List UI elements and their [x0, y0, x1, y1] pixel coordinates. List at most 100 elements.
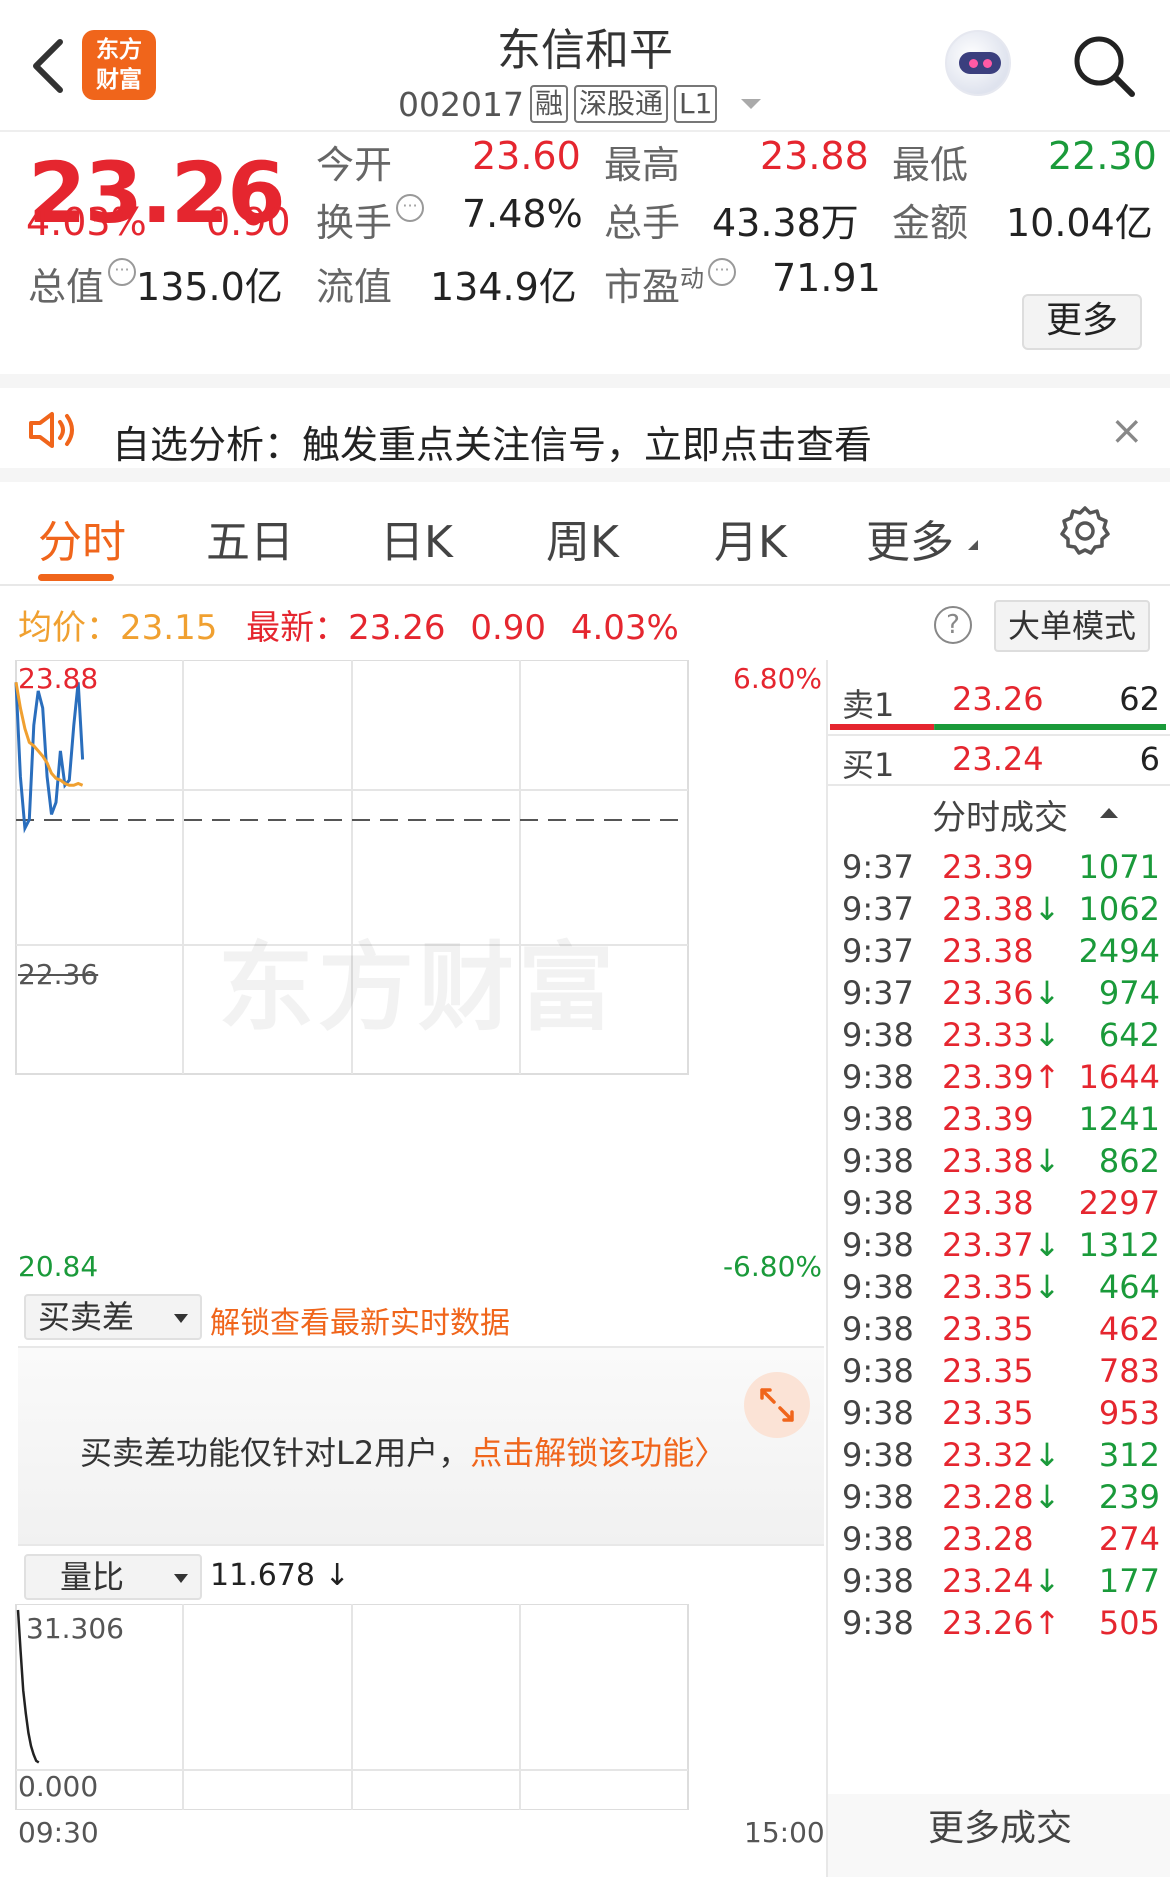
- trade-time: 9:38: [842, 1562, 914, 1600]
- latest-percent: 4.03%: [570, 608, 679, 648]
- trade-volume: 1644: [1078, 1058, 1160, 1096]
- trade-price: 23.33↓: [942, 1016, 1061, 1054]
- more-info-icon[interactable]: ···: [396, 194, 425, 222]
- chevron-down-icon: [968, 540, 978, 550]
- pct-axis-top-label: 6.80%: [733, 662, 822, 695]
- trade-volume: 862: [1098, 1142, 1160, 1180]
- trade-price: 23.35: [942, 1352, 1034, 1390]
- tab-more[interactable]: 更多: [866, 506, 954, 570]
- volume-label: 总手: [604, 201, 681, 245]
- trades-title[interactable]: 分时成交: [828, 790, 1170, 839]
- tag-level: L1: [674, 85, 718, 123]
- more-info-icon[interactable]: ···: [108, 258, 137, 286]
- chart-lines: [14, 682, 85, 834]
- arrow-down-icon: ↓: [1033, 1436, 1061, 1474]
- trade-time: 9:38: [842, 1226, 914, 1264]
- trade-time: 9:38: [842, 1310, 914, 1348]
- sell-1-volume: 62: [1119, 680, 1160, 718]
- tag-margin: 融: [529, 85, 568, 123]
- tab-intraday[interactable]: 分时: [38, 506, 126, 570]
- trade-time: 9:38: [842, 1478, 914, 1516]
- trade-price: 23.39: [942, 1100, 1034, 1138]
- trade-price: 23.35: [942, 1310, 1034, 1348]
- market-cap-value: 135.0亿: [136, 265, 283, 309]
- caret-down-icon: [174, 1574, 188, 1583]
- volume-ratio-value: 11.678 ↓: [210, 1558, 350, 1593]
- buy-1-row[interactable]: 买1 23.24 6: [828, 734, 1170, 790]
- market-cap[interactable]: 总值 ··· 135.0亿: [28, 256, 283, 311]
- big-order-mode-button[interactable]: 大单模式: [994, 600, 1150, 652]
- trade-volume: 464: [1098, 1268, 1160, 1306]
- volume-ratio-dropdown[interactable]: 量比: [24, 1554, 202, 1600]
- change-amount: 0.90: [206, 200, 291, 244]
- trade-price: 23.39: [942, 848, 1034, 886]
- arrow-down-icon: ↓: [1033, 1016, 1061, 1054]
- market-cap-label: 总值: [28, 265, 105, 309]
- sell-1-price: 23.26: [952, 680, 1044, 718]
- more-quote-button[interactable]: 更多: [1022, 294, 1142, 350]
- trade-time: 9:38: [842, 1142, 914, 1180]
- vr-bottom-label: 0.000: [18, 1770, 99, 1803]
- pct-axis-bottom-label: -6.80%: [722, 1250, 822, 1283]
- trade-price: 23.38↓: [942, 890, 1061, 928]
- gear-icon[interactable]: [1058, 504, 1112, 558]
- turnover-label[interactable]: 换手 ···: [316, 192, 425, 247]
- spread-dropdown[interactable]: 买卖差: [24, 1294, 202, 1340]
- chevron-down-icon[interactable]: [741, 99, 762, 109]
- more-info-icon[interactable]: ···: [708, 258, 737, 286]
- avg-value: 23.15: [120, 608, 218, 648]
- unlock-realtime-link[interactable]: 解锁查看最新实时数据: [210, 1298, 510, 1342]
- tab-daily-k[interactable]: 日K: [380, 506, 453, 570]
- volume-ratio-chart[interactable]: 31.306 0.000: [0, 1604, 826, 1810]
- arrow-up-icon: ↑: [1033, 1604, 1061, 1642]
- trade-price: 23.26↑: [942, 1604, 1061, 1642]
- stock-code-row[interactable]: 002017 融 深股通 L1: [398, 82, 762, 126]
- trade-time: 9:38: [842, 1058, 914, 1096]
- search-icon[interactable]: [1066, 28, 1142, 104]
- trade-time: 9:38: [842, 1436, 914, 1474]
- trade-volume: 2494: [1078, 932, 1160, 970]
- tab-weekly-k[interactable]: 周K: [546, 506, 619, 570]
- float-cap-label: 流值: [316, 265, 393, 309]
- pe-label[interactable]: 市盈动 ···: [604, 256, 737, 311]
- ask-bar: [830, 724, 935, 730]
- sell-1-row[interactable]: 卖1 23.26 62: [828, 674, 1170, 730]
- volume-ratio-label: 量比: [60, 1558, 125, 1596]
- trade-time: 9:38: [842, 1394, 914, 1432]
- trade-time: 9:38: [842, 1520, 914, 1558]
- buy-1-price: 23.24: [952, 740, 1044, 778]
- sell-1-label: 卖1: [842, 686, 895, 724]
- trade-volume: 783: [1098, 1352, 1160, 1390]
- trade-price: 23.35: [942, 1394, 1034, 1432]
- low-label: 最低: [892, 143, 969, 187]
- l2-locked-panel[interactable]: 买卖差功能仅针对L2用户，点击解锁该功能〉: [18, 1346, 824, 1546]
- robot-icon[interactable]: [945, 30, 1011, 96]
- caret-up-icon[interactable]: [1100, 808, 1118, 818]
- price-summary-row: 均价：23.15 最新：23.26 0.90 4.03%: [18, 600, 679, 649]
- help-icon[interactable]: ?: [934, 606, 972, 644]
- more-trades-button[interactable]: 更多成交: [828, 1794, 1170, 1877]
- trade-volume: 2297: [1078, 1184, 1160, 1222]
- trade-volume: 274: [1098, 1520, 1160, 1558]
- open-value: 23.60: [472, 134, 581, 178]
- volume-value: 43.38万: [712, 201, 859, 245]
- trade-volume: 1062: [1078, 890, 1160, 928]
- trade-volume: 953: [1098, 1394, 1160, 1432]
- arrow-down-icon: ↓: [1033, 890, 1061, 928]
- close-icon[interactable]: ×: [1110, 408, 1144, 454]
- change-percent: 4.03%: [26, 200, 147, 244]
- trade-time: 9:38: [842, 1268, 914, 1306]
- trade-price: 23.39↑: [942, 1058, 1061, 1096]
- tab-monthly-k[interactable]: 月K: [714, 506, 787, 570]
- unlock-feature-link[interactable]: 点击解锁该功能〉: [470, 1434, 726, 1472]
- tag-shenzhen-connect: 深股通: [574, 85, 669, 123]
- speaker-icon: [29, 412, 74, 448]
- y-axis-mid-label: 22.36: [18, 958, 99, 991]
- trade-volume: 1241: [1078, 1100, 1160, 1138]
- expand-icon[interactable]: [744, 1372, 810, 1438]
- buy-1-label: 买1: [842, 746, 895, 784]
- tab-five-day[interactable]: 五日: [206, 506, 294, 570]
- arrow-down-icon: ↓: [1033, 1226, 1061, 1264]
- analysis-banner[interactable]: 自选分析：触发重点关注信号，立即点击查看 ×: [0, 374, 1170, 482]
- arrow-down-icon: ↓: [1033, 974, 1061, 1012]
